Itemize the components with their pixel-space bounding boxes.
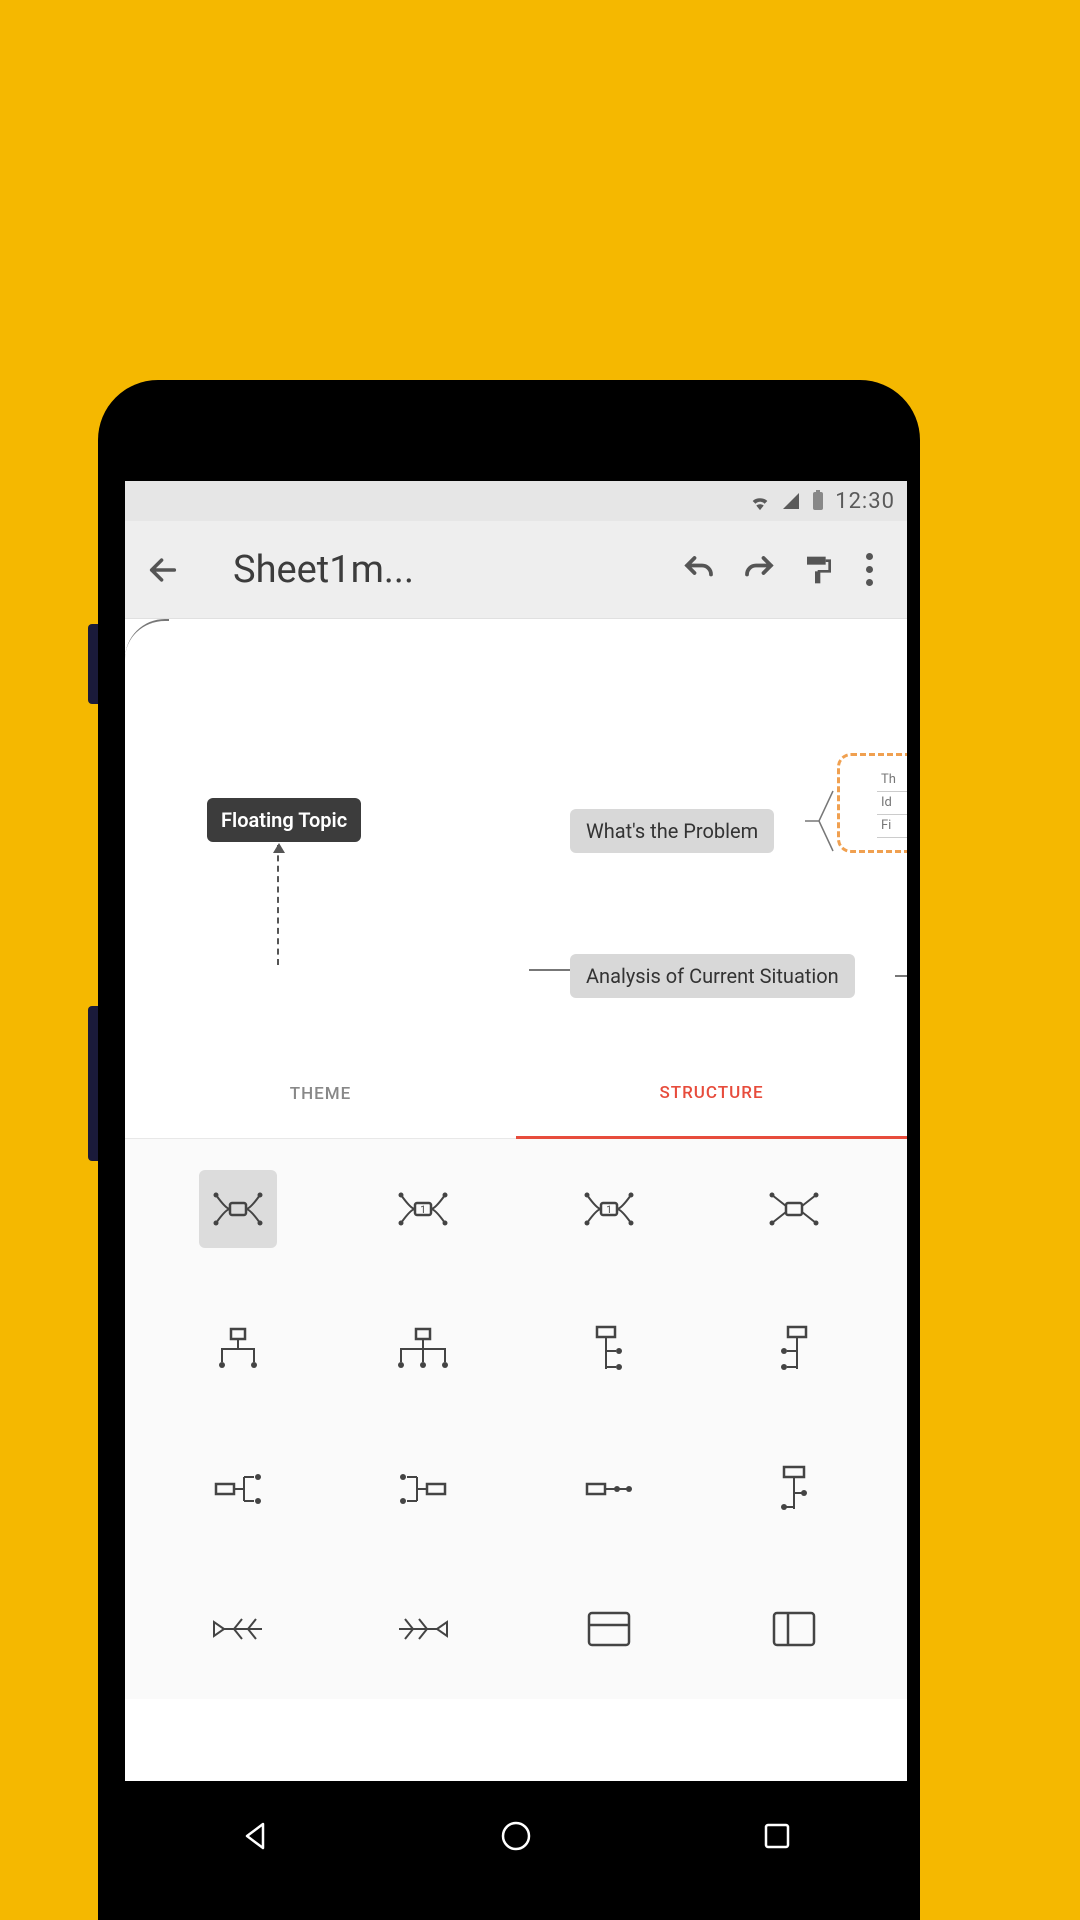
mindmap-spread-icon <box>766 1189 822 1229</box>
structure-option[interactable] <box>145 1449 331 1529</box>
structure-option[interactable] <box>516 1589 702 1669</box>
status-time: 12:30 <box>835 489 895 514</box>
nav-back-button[interactable] <box>233 1814 277 1858</box>
logic-left-icon <box>212 1471 264 1507</box>
structure-option[interactable] <box>516 1309 702 1389</box>
mindmap-ccw-icon: 1 <box>581 1189 637 1229</box>
wifi-icon <box>749 491 771 511</box>
document-title[interactable]: Sheet1m... <box>233 548 414 592</box>
redo-button[interactable] <box>729 552 789 588</box>
matrix-row-icon <box>587 1611 631 1647</box>
cell-signal-icon <box>781 491 801 511</box>
tab-theme[interactable]: THEME <box>125 1049 516 1138</box>
undo-button[interactable] <box>669 552 729 588</box>
circle-home-icon <box>499 1819 533 1853</box>
structure-option[interactable] <box>702 1449 888 1529</box>
status-bar: 12:30 <box>125 481 907 521</box>
fishbone-left-icon <box>210 1614 266 1644</box>
structure-grid: 1 1 <box>125 1139 907 1699</box>
branch-connector <box>529 969 573 971</box>
nav-home-button[interactable] <box>494 1814 538 1858</box>
branch-connector <box>125 619 169 844</box>
structure-option[interactable] <box>702 1589 888 1669</box>
mindmap-cw-icon: 1 <box>395 1189 451 1229</box>
battery-icon <box>811 490 825 512</box>
logic-right-up-icon <box>774 1325 814 1373</box>
subtopic-preview: Th Id Fi <box>877 769 907 838</box>
matrix-col-icon <box>772 1611 816 1647</box>
back-button[interactable] <box>143 553 183 587</box>
structure-option[interactable] <box>145 1589 331 1669</box>
more-menu-button[interactable] <box>849 553 889 586</box>
structure-option[interactable]: 1 <box>516 1169 702 1249</box>
structure-option[interactable] <box>516 1449 702 1529</box>
toolbar: Sheet1m... <box>125 521 907 619</box>
floating-topic-node[interactable]: Floating Topic <box>207 798 361 842</box>
tree-right-icon <box>397 1471 449 1507</box>
structure-option[interactable] <box>331 1589 517 1669</box>
mindmap-balance-icon <box>210 1189 266 1229</box>
timeline-down-icon <box>774 1465 814 1513</box>
arrow-left-icon <box>146 553 180 587</box>
svg-text:1: 1 <box>420 1205 426 1216</box>
nav-recent-button[interactable] <box>755 1814 799 1858</box>
topic-node[interactable]: What's the Problem <box>570 809 774 853</box>
topic-node[interactable]: Analysis of Current Situation <box>570 954 855 998</box>
fishbone-right-icon <box>395 1614 451 1644</box>
org-down-wide-icon <box>395 1327 451 1371</box>
tab-structure[interactable]: STRUCTURE <box>516 1049 907 1139</box>
triangle-back-icon <box>239 1820 271 1852</box>
square-recent-icon <box>762 1821 792 1851</box>
structure-option[interactable] <box>702 1309 888 1389</box>
logic-right-down-icon <box>589 1325 629 1373</box>
phone-side-button <box>88 1006 98 1161</box>
structure-option[interactable] <box>145 1169 331 1249</box>
structure-option[interactable] <box>702 1169 888 1249</box>
tree-line-icon <box>583 1479 635 1499</box>
structure-option[interactable] <box>145 1309 331 1389</box>
structure-option[interactable] <box>331 1449 517 1529</box>
paint-roller-icon <box>803 554 835 586</box>
app-screen: 12:30 Sheet1m... Floating Topic What's t… <box>125 481 907 1781</box>
structure-option[interactable] <box>331 1309 517 1389</box>
org-down-icon <box>214 1327 262 1371</box>
svg-text:1: 1 <box>606 1205 612 1216</box>
branch-connector <box>895 965 907 989</box>
undo-icon <box>681 552 717 588</box>
android-nav-bar <box>125 1781 907 1891</box>
structure-option[interactable]: 1 <box>331 1169 517 1249</box>
dots-icon <box>866 553 873 560</box>
redo-icon <box>741 552 777 588</box>
relationship-arrow <box>277 845 279 965</box>
panel-tabs: THEME STRUCTURE <box>125 1049 907 1139</box>
mindmap-canvas[interactable]: Floating Topic What's the Problem Analys… <box>125 619 907 1049</box>
format-button[interactable] <box>789 554 849 586</box>
phone-side-button <box>88 624 98 704</box>
